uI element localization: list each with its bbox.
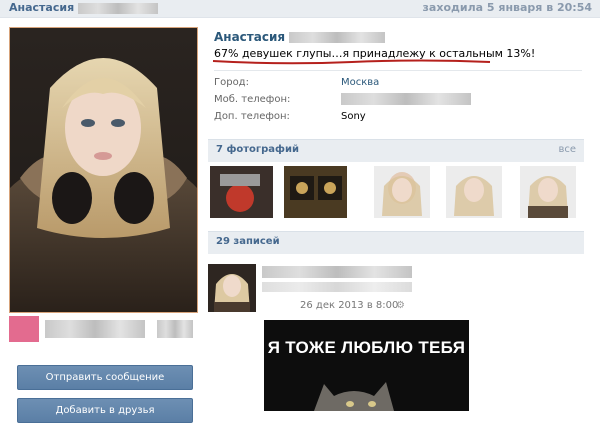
- photos-section-title[interactable]: 7 фотографий: [216, 144, 299, 155]
- send-message-button[interactable]: Отправить сообщение: [17, 365, 193, 390]
- post-image-caption: Я ТОЖЕ ЛЮБЛЮ ТЕБЯ: [267, 338, 466, 357]
- photos-section-header[interactable]: 7 фотографий все: [208, 139, 584, 162]
- post-author-avatar[interactable]: [208, 264, 256, 312]
- photo-thumbnail[interactable]: [284, 166, 347, 218]
- profile-photo[interactable]: [9, 27, 198, 313]
- city-label: Город:: [214, 77, 249, 88]
- last-seen-text: заходила 5 января в 20:54: [422, 1, 592, 14]
- photo-thumbnail[interactable]: [446, 166, 502, 218]
- blurred-author-name: [262, 266, 412, 278]
- friends-preview-strip: [9, 316, 196, 342]
- gear-icon[interactable]: ⚙: [396, 300, 405, 311]
- posts-section-header[interactable]: 29 записей: [208, 231, 584, 254]
- mobile-phone-label: Моб. телефон:: [214, 94, 291, 105]
- photos-all-link[interactable]: все: [558, 144, 576, 155]
- profile-name: Анастасия: [214, 30, 386, 44]
- profile-header-bar: Анастасия заходила 5 января в 20:54: [0, 0, 600, 18]
- extra-phone-value: Sony: [341, 111, 366, 122]
- header-user-name[interactable]: Анастасия: [9, 1, 158, 14]
- friend-avatar-blurred: [9, 316, 39, 342]
- post-image[interactable]: Я ТОЖЕ ЛЮБЛЮ ТЕБЯ: [264, 320, 469, 411]
- divider: [214, 70, 582, 71]
- cat-image: [314, 382, 394, 411]
- city-value[interactable]: Москва: [341, 77, 379, 88]
- friend-name-blurred: [45, 320, 145, 338]
- blurred-surname: [289, 32, 386, 43]
- blurred-surname: [78, 2, 158, 14]
- photo-thumbnail[interactable]: [520, 166, 576, 218]
- profile-photo-image: [10, 28, 197, 312]
- post-date[interactable]: 26 дек 2013 в 8:00: [300, 300, 398, 311]
- photo-thumbnail[interactable]: [210, 166, 273, 218]
- post-author-name[interactable]: [262, 266, 412, 281]
- mobile-phone-value: [341, 93, 471, 108]
- photo-thumbnail[interactable]: [374, 166, 430, 218]
- status-underline-mark: [212, 59, 491, 65]
- friend-info-blurred: [157, 320, 193, 338]
- extra-phone-label: Доп. телефон:: [214, 111, 290, 122]
- posts-section-title[interactable]: 29 записей: [216, 236, 280, 247]
- post-text-blurred: [262, 282, 412, 295]
